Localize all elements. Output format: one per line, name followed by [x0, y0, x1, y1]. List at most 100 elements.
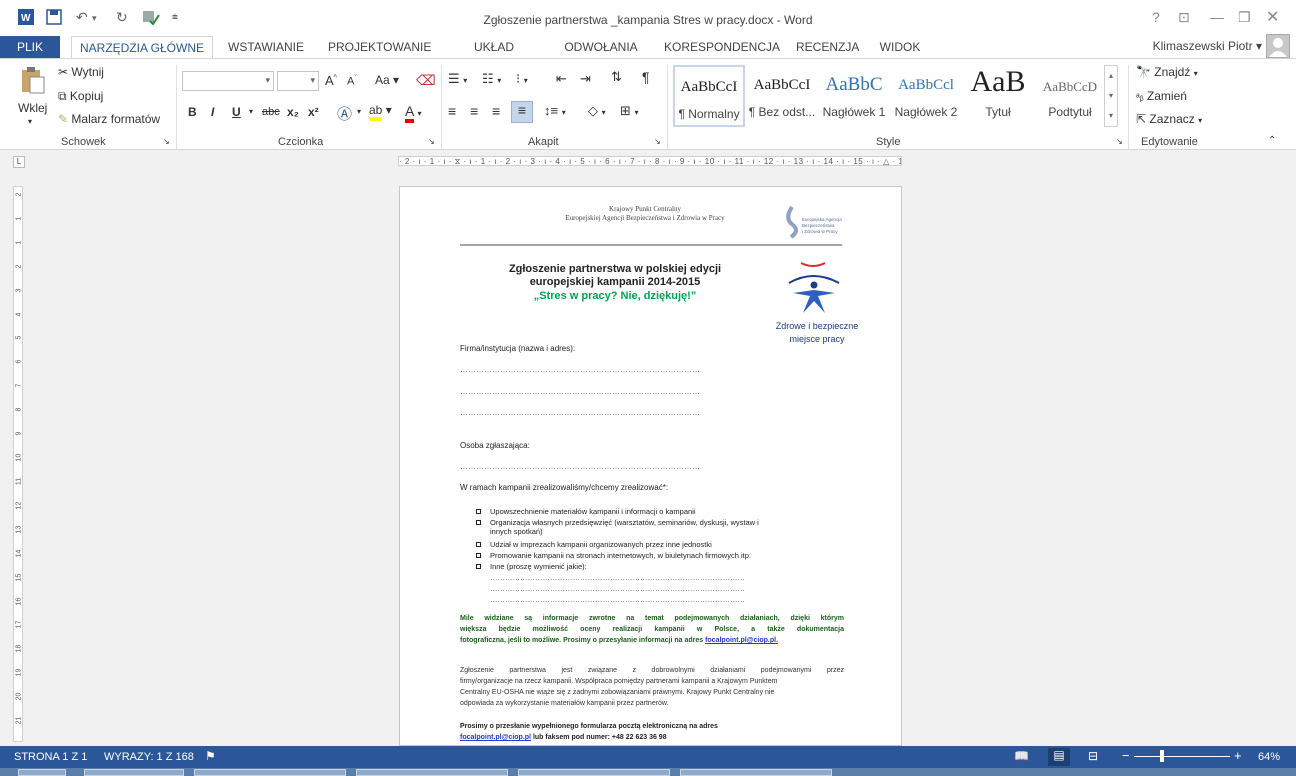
web-layout-icon[interactable]: ⊟ — [1088, 749, 1098, 763]
text-effects-icon[interactable]: Ⓐ — [337, 103, 352, 124]
paste-button[interactable]: Wklej — [18, 101, 47, 115]
checkbox-icon — [476, 542, 481, 547]
page-count[interactable]: STRONA 1 Z 1 — [14, 751, 87, 763]
align-center-icon[interactable]: ≡ — [470, 103, 478, 119]
subscript-button[interactable]: x₂ — [287, 105, 299, 119]
style-no-spacing[interactable]: AaBbCcI ¶ Bez odst... — [746, 65, 818, 127]
align-left-icon[interactable]: ≡ — [448, 103, 456, 119]
underline-button[interactable]: U — [232, 105, 241, 119]
styles-launcher-icon[interactable]: ↘ — [1116, 137, 1123, 146]
shading-icon[interactable]: ◇ ▾ — [588, 103, 606, 119]
avatar[interactable] — [1266, 34, 1290, 58]
style-title[interactable]: AaB Tytuł — [962, 65, 1034, 127]
strikethrough-button[interactable]: abc — [262, 106, 280, 118]
find-button[interactable]: 🔭 Znajdź ▾ — [1136, 65, 1198, 79]
underline-dropdown-icon[interactable]: ▾ — [249, 107, 253, 116]
text-effects-dropdown-icon[interactable]: ▾ — [357, 107, 361, 116]
style-heading-1[interactable]: AaBbC Nagłówek 1 — [818, 65, 890, 127]
line-spacing-icon[interactable]: ↕≡ ▾ — [544, 103, 566, 118]
paragraph-launcher-icon[interactable]: ↘ — [654, 137, 661, 146]
proofing-icon[interactable]: ⚑ — [205, 749, 216, 763]
paste-dropdown-icon[interactable]: ▾ — [28, 117, 32, 126]
justify-icon[interactable]: ≡ — [511, 101, 533, 123]
vertical-ruler-tick: 6 — [15, 359, 23, 364]
paste-icon[interactable] — [20, 65, 46, 98]
bold-button[interactable]: B — [188, 105, 197, 119]
cursor-icon: ⇱ — [1136, 112, 1147, 126]
superscript-button[interactable]: x² — [308, 105, 319, 119]
tab-review[interactable]: RECENZJA — [788, 36, 860, 58]
select-button[interactable]: ⇱ Zaznacz ▾ — [1136, 112, 1202, 126]
list-item-continuation: innych spotkań) — [490, 527, 543, 536]
tab-references[interactable]: ODWOŁANIA — [556, 36, 646, 58]
tab-selector[interactable]: L — [13, 156, 25, 168]
collapse-ribbon-icon[interactable]: ⌃ — [1268, 135, 1276, 146]
shrink-font-button[interactable]: Aˇ — [347, 75, 357, 88]
change-case-button[interactable]: Aa ▾ — [375, 73, 399, 87]
clear-format-icon[interactable]: ⌫ — [416, 72, 436, 89]
list-item: Upowszechnienie materiałów kampanii i in… — [476, 507, 696, 516]
vertical-ruler-tick: 16 — [15, 597, 23, 605]
tab-mailings[interactable]: KORESPONDENCJA — [656, 36, 780, 58]
increase-indent-icon[interactable]: ⇥ — [580, 71, 591, 87]
horizontal-ruler[interactable]: · 2 · ı · 1 · ı · ⧖ · ı · 1 · ı · 2 · ı … — [398, 156, 902, 166]
bullets-icon[interactable]: ☰ ▾ — [448, 71, 467, 87]
align-right-icon[interactable]: ≡ — [492, 103, 500, 119]
vertical-ruler[interactable]: 2 1 1 2 3 4 5 6 7 8 9 10 11 12 13 14 15 16 17 18 19 20 21 — [13, 186, 23, 742]
font-color-icon[interactable]: A ▾ — [405, 103, 421, 123]
email-link[interactable]: focalpoint.pl@ciop.pl — [460, 734, 531, 741]
taskbar-item[interactable] — [680, 769, 832, 776]
minimize-button[interactable]: — — [1210, 9, 1224, 25]
zoom-in-button[interactable]: + — [1234, 748, 1242, 763]
font-size-combo[interactable]: ▾ — [277, 71, 319, 91]
multilevel-icon[interactable]: ⁝ ▾ — [516, 71, 528, 87]
zoom-out-button[interactable]: − — [1122, 748, 1130, 763]
style-subtitle[interactable]: AaBbCcD Podtytuł — [1034, 65, 1106, 127]
start-button[interactable] — [18, 769, 66, 776]
close-button[interactable]: ✕ — [1266, 7, 1279, 27]
grow-font-button[interactable]: A^ — [325, 73, 337, 88]
decrease-indent-icon[interactable]: ⇤ — [556, 71, 567, 87]
ribbon-display-icon[interactable]: ⊡ — [1178, 9, 1190, 26]
tab-design[interactable]: PROJEKTOWANIE — [320, 36, 432, 58]
font-name-combo[interactable]: ▾ — [182, 71, 274, 91]
show-marks-icon[interactable]: ¶ — [642, 69, 650, 85]
italic-button[interactable]: I — [211, 105, 214, 119]
restore-button[interactable]: ❐ — [1238, 9, 1251, 26]
style-heading-2[interactable]: AaBbCcl Nagłówek 2 — [890, 65, 962, 127]
highlight-icon[interactable]: ab ▾ — [369, 103, 392, 121]
tab-layout[interactable]: UKŁAD STRONY — [442, 36, 546, 76]
tab-insert[interactable]: WSTAWIANIE — [220, 36, 310, 58]
read-mode-icon[interactable]: 📖 — [1014, 749, 1029, 763]
user-account[interactable]: Klimaszewski Piotr ▾ — [1153, 39, 1262, 53]
copy-button[interactable]: ⧉ Kopiuj — [58, 89, 103, 104]
sort-icon[interactable]: ⇅ — [611, 69, 622, 85]
format-painter-button[interactable]: ✎ Malarz formatów — [58, 112, 160, 126]
zoom-slider-thumb[interactable] — [1160, 750, 1164, 762]
zoom-level[interactable]: 64% — [1258, 751, 1280, 763]
taskbar-item[interactable] — [84, 769, 184, 776]
font-launcher-icon[interactable]: ↘ — [428, 137, 435, 146]
taskbar-item[interactable] — [356, 769, 508, 776]
clipboard-launcher-icon[interactable]: ↘ — [163, 137, 170, 146]
vertical-ruler-tick: 4 — [15, 312, 23, 317]
tab-file[interactable]: PLIK — [0, 36, 60, 58]
taskbar-item[interactable] — [194, 769, 346, 776]
email-link[interactable]: focalpoint.pl@ciop.pl. — [705, 637, 778, 644]
tab-view[interactable]: WIDOK — [870, 36, 930, 58]
help-button[interactable]: ? — [1152, 9, 1160, 25]
document-page[interactable]: Krajowy Punkt Centralny Europejskiej Age… — [399, 186, 902, 746]
replace-button[interactable]: ᵃᵦ Zamień — [1136, 89, 1187, 103]
numbering-icon[interactable]: ☷ ▾ — [482, 71, 501, 87]
tab-home[interactable]: NARZĘDZIA GŁÓWNE — [71, 36, 213, 59]
checkbox-icon — [476, 553, 481, 558]
zoom-slider[interactable] — [1134, 756, 1230, 757]
styles-scroll[interactable]: ▴ ▾ ▾ — [1104, 65, 1118, 127]
style-normal[interactable]: AaBbCcI ¶ Normalny — [673, 65, 745, 127]
cut-button[interactable]: ✂ Wytnij — [58, 65, 104, 79]
borders-icon[interactable]: ⊞ ▾ — [620, 103, 639, 119]
vertical-ruler-tick: 21 — [15, 716, 23, 725]
word-count[interactable]: WYRAZY: 1 Z 168 — [104, 751, 194, 763]
print-layout-icon[interactable]: ▤ — [1048, 748, 1070, 766]
taskbar-item[interactable] — [518, 769, 670, 776]
